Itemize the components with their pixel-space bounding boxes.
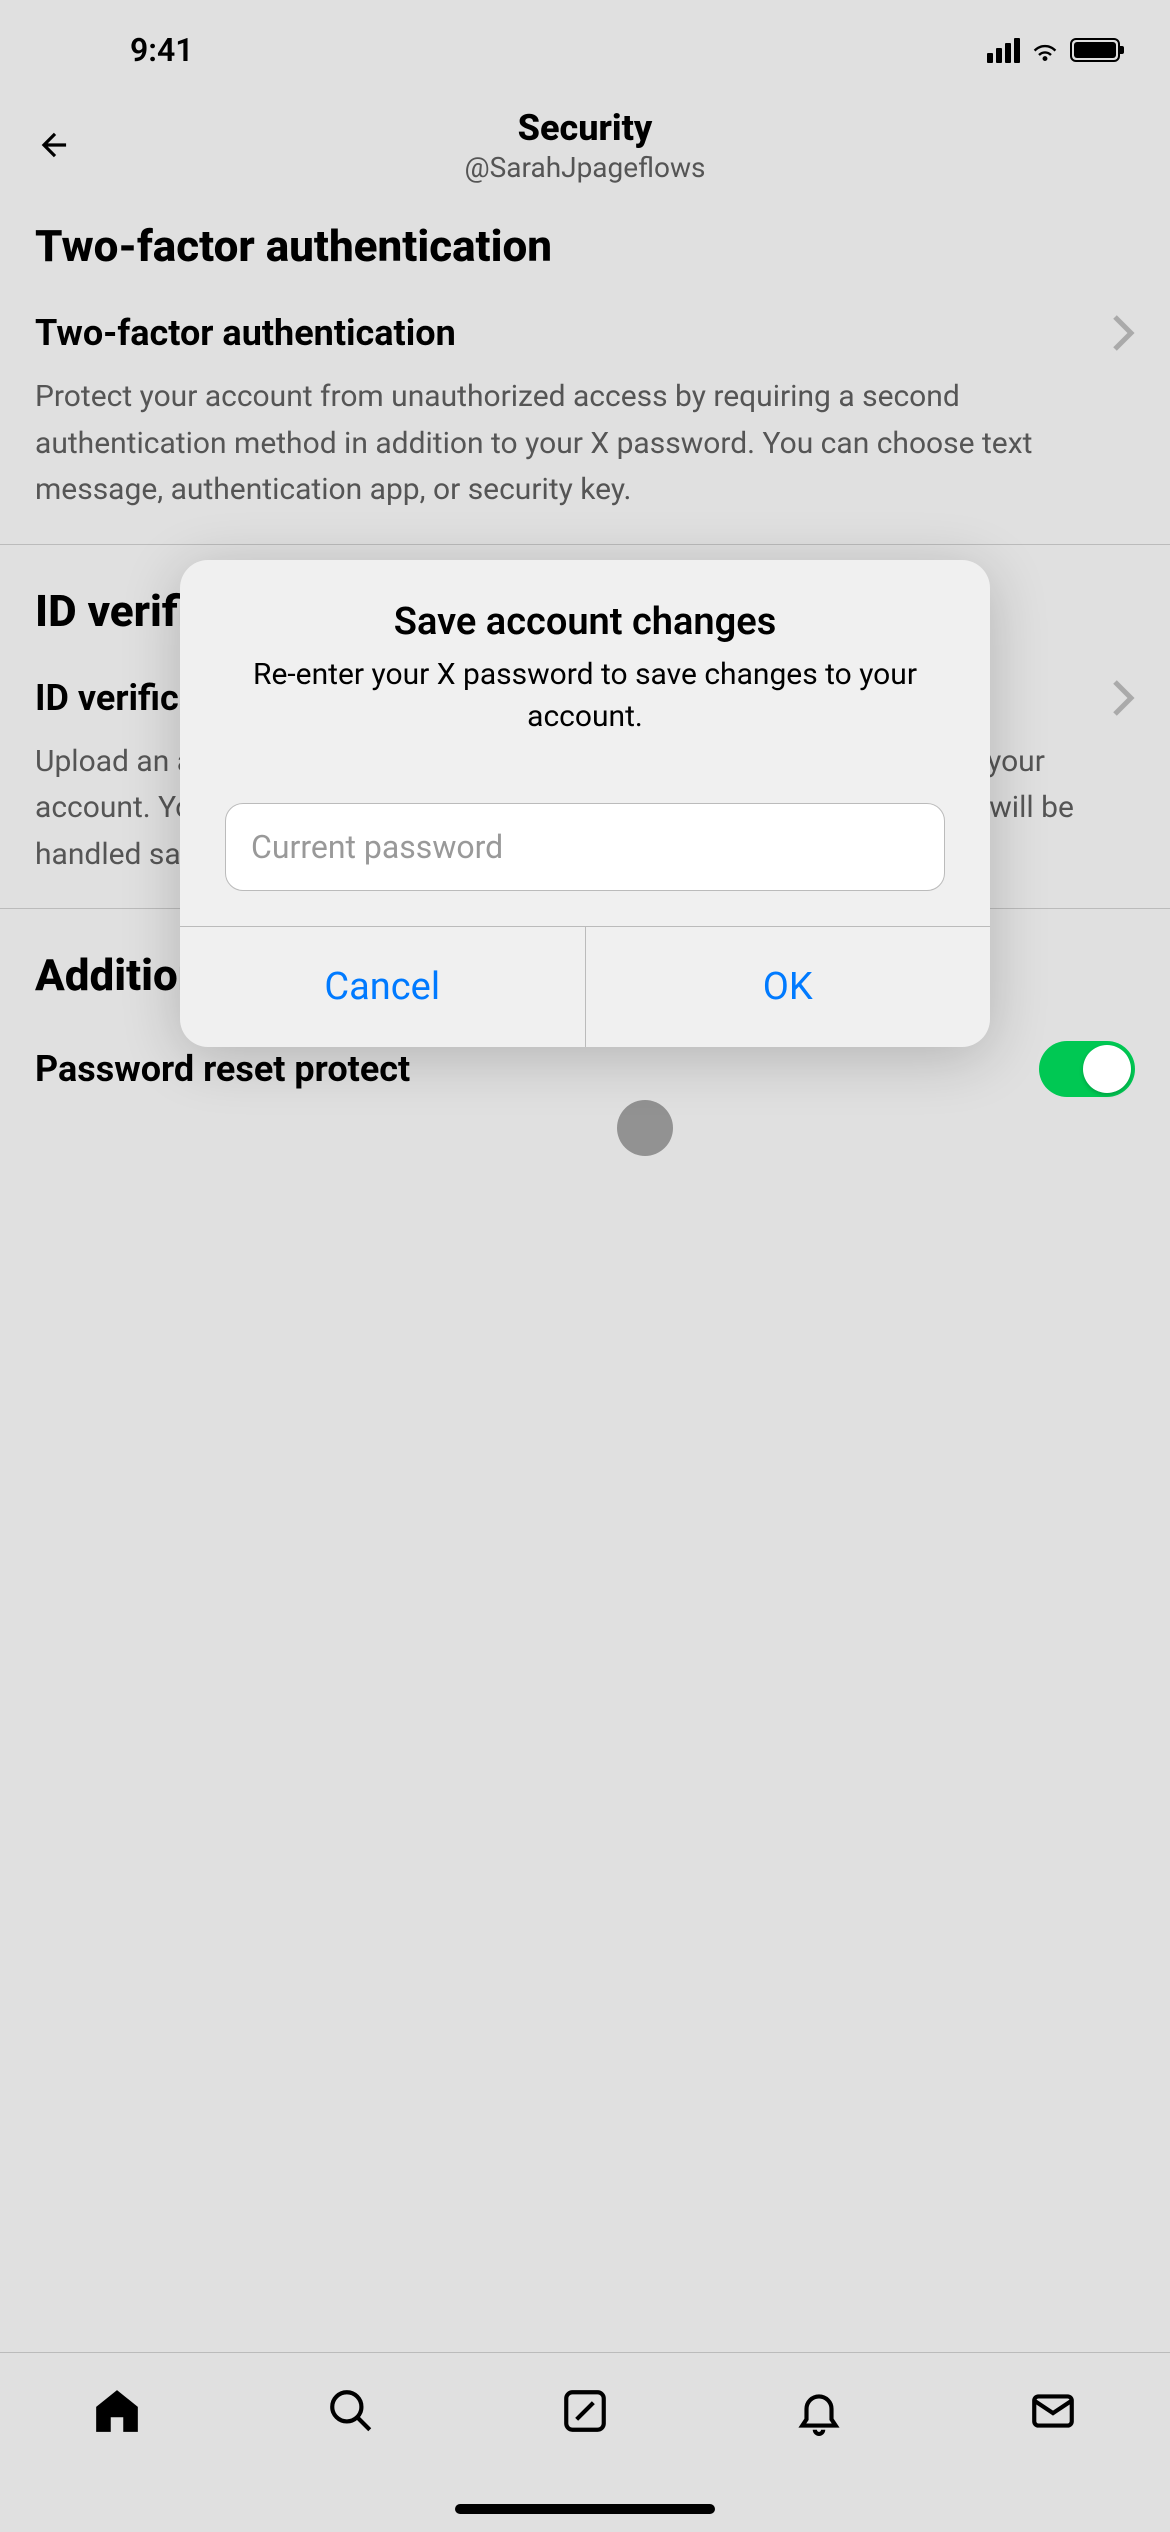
alert-body: Save account changes Re-enter your X pas… [180,560,990,773]
home-indicator[interactable] [455,2504,715,2514]
home-tab[interactable] [89,2383,145,2439]
alert-overlay: Save account changes Re-enter your X pas… [0,0,1170,2532]
save-changes-alert: Save account changes Re-enter your X pas… [180,560,990,1047]
compose-tab[interactable] [557,2383,613,2439]
messages-tab[interactable] [1025,2383,1081,2439]
touch-indicator [617,1100,673,1156]
current-password-input[interactable] [225,803,945,891]
compose-icon [560,2386,610,2436]
home-icon [92,2386,142,2436]
search-icon [326,2386,376,2436]
alert-input-wrap [180,773,990,926]
search-tab[interactable] [323,2383,379,2439]
ok-button[interactable]: OK [586,927,991,1047]
envelope-icon [1028,2386,1078,2436]
alert-buttons: Cancel OK [180,926,990,1047]
alert-message: Re-enter your X password to save changes… [225,654,945,738]
cancel-button[interactable]: Cancel [180,927,586,1047]
alert-title: Save account changes [225,600,945,644]
notifications-tab[interactable] [791,2383,847,2439]
bell-icon [794,2386,844,2436]
